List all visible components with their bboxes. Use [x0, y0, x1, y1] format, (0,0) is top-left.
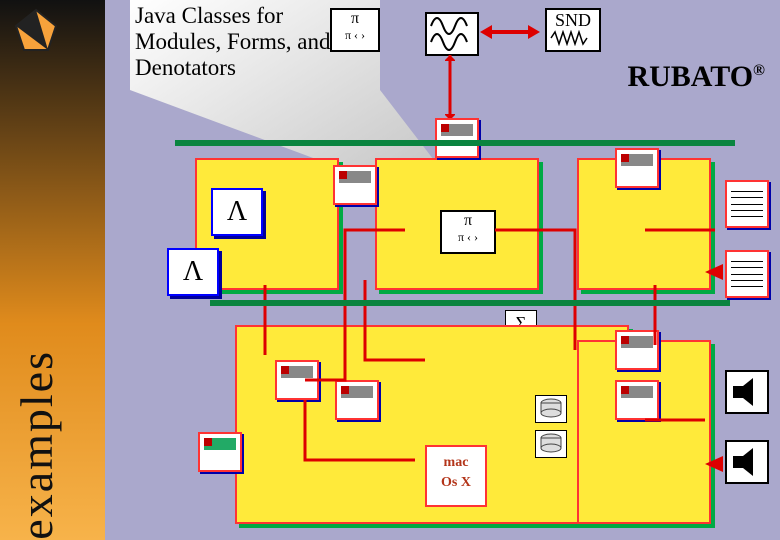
brand-name: RUBATO: [627, 60, 753, 93]
score-staff-icon: [725, 180, 769, 228]
snd-label: SND: [547, 10, 599, 30]
lambda-box: Λ: [211, 188, 263, 236]
sidebar-label: examples: [10, 350, 63, 540]
disk-icon: [535, 430, 567, 458]
sidebar: examples: [0, 0, 105, 540]
diagram-canvas: Java Classes for Modules, Forms, and Den…: [105, 0, 780, 540]
pi-icon: π π ‹ ›: [330, 8, 380, 52]
snd-box: SND: [545, 8, 601, 52]
module-widget: [275, 360, 319, 400]
brand-label: RUBATO®: [627, 60, 765, 94]
pi-sub: π ‹ ›: [442, 230, 494, 244]
brand-registered: ®: [753, 62, 765, 79]
module-widget: [333, 165, 377, 205]
red-arrow-left: [705, 262, 729, 282]
module-widget: [335, 380, 379, 420]
pi-symbol: π: [442, 212, 494, 230]
mac-line2: Os X: [427, 473, 485, 493]
speaker-icon: [725, 370, 769, 414]
speaker-icon: [725, 440, 769, 484]
mac-line1: mac: [427, 453, 485, 473]
coil-icon: [425, 12, 479, 56]
module-widget: [615, 148, 659, 188]
pi-sub: π ‹ ›: [332, 28, 378, 42]
pi-symbol: π: [332, 10, 378, 28]
module-widget: [435, 118, 479, 158]
bidir-arrow-icon: [480, 20, 540, 44]
module-widget: [615, 330, 659, 370]
module-widget: [615, 380, 659, 420]
disk-icon: [535, 395, 567, 423]
pi-icon: π π ‹ ›: [440, 210, 496, 254]
lambda-box: Λ: [167, 248, 219, 296]
waveform-icon: [549, 30, 597, 46]
green-rail: [175, 140, 735, 150]
score-staff-icon: [725, 250, 769, 298]
module-widget: [198, 432, 242, 472]
connector: [445, 55, 455, 120]
red-arrow-left: [705, 454, 729, 474]
mac-osx-badge: mac Os X: [425, 445, 487, 507]
logo-icon: [12, 6, 60, 54]
